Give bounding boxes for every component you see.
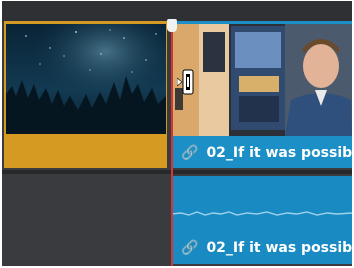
audio-waveform xyxy=(171,211,352,216)
ripple-trim-cursor-icon xyxy=(177,69,194,95)
clip-thumbnail-night-sky xyxy=(6,24,166,134)
clip-name: 02_If it was possible xyxy=(206,240,352,256)
audio-clip-if-it-was-possible[interactable]: 🔗 02_If it was possible xyxy=(171,176,352,264)
audio-track-empty-area[interactable] xyxy=(2,174,171,266)
timeline-panel: 🔗 02_If it was possible 🔗 02_If it was p… xyxy=(2,1,352,266)
link-icon: 🔗 xyxy=(181,145,199,161)
playhead-handle[interactable] xyxy=(167,19,177,32)
link-icon: 🔗 xyxy=(181,240,199,256)
clip-label: 🔗 02_If it was possible xyxy=(181,240,352,256)
video-clip-night-sky[interactable] xyxy=(4,21,167,168)
clip-thumbnail-man-with-posters xyxy=(173,24,352,136)
timeline-ruler[interactable] xyxy=(2,1,352,21)
clip-label: 🔗 02_If it was possible xyxy=(181,145,352,161)
playhead-line[interactable] xyxy=(171,21,173,266)
clip-name: 02_If it was possible xyxy=(206,145,352,161)
